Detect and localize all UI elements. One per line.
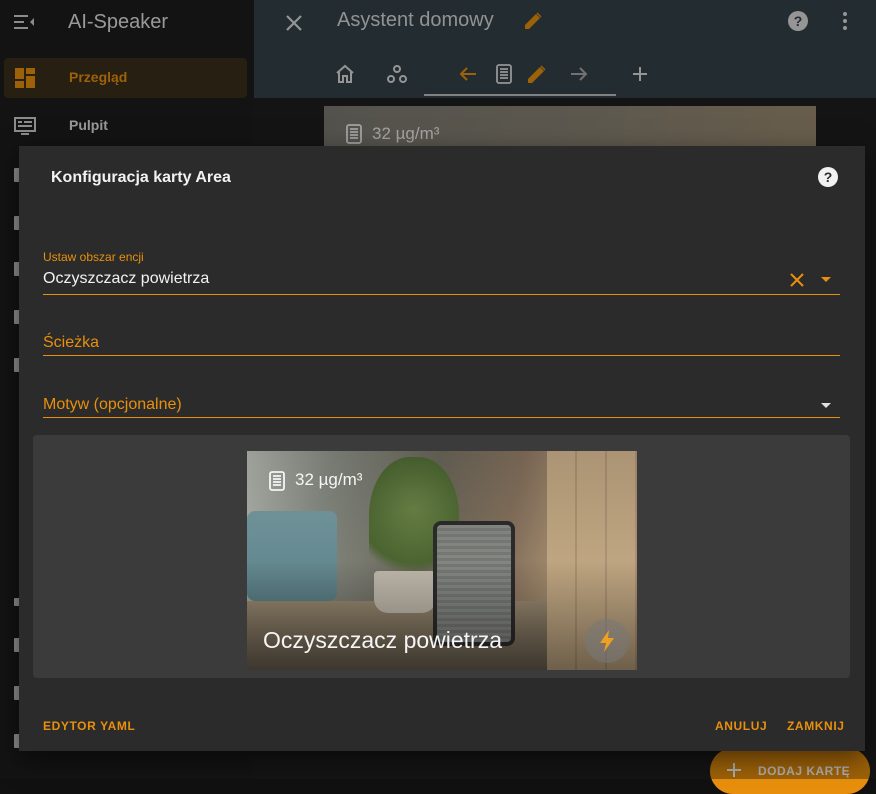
clear-icon[interactable]	[787, 270, 807, 290]
yaml-editor-button[interactable]: EDYTOR YAML	[43, 719, 135, 733]
card-sensor-value: 32 µg/m³	[295, 470, 363, 489]
area-field-label: Ustaw obszar encji	[43, 250, 144, 264]
theme-select-field[interactable]: Motyw (opcjonalne)	[43, 388, 840, 418]
close-button[interactable]: ZAMKNIJ	[787, 719, 845, 733]
path-field-label: Ścieżka	[43, 334, 100, 351]
help-icon[interactable]: ?	[817, 166, 839, 188]
area-card[interactable]: 32 µg/m³ Oczyszczacz powietrza	[247, 451, 637, 670]
card-config-dialog: Konfiguracja karty Area ? Ustaw obszar e…	[19, 146, 865, 751]
cancel-button[interactable]: ANULUJ	[715, 719, 767, 733]
dialog-title: Konfiguracja karty Area	[51, 169, 231, 186]
card-area-name: Oczyszczacz powietrza	[263, 627, 503, 653]
area-field-value: Oczyszczacz powietrza	[43, 270, 210, 287]
card-preview: 32 µg/m³ Oczyszczacz powietrza	[33, 435, 850, 678]
svg-text:?: ?	[824, 169, 833, 185]
path-field[interactable]: Ścieżka	[43, 326, 840, 356]
lightning-bolt-icon[interactable]	[585, 619, 629, 663]
air-purifier-icon	[265, 469, 289, 493]
area-select-field[interactable]: Ustaw obszar encji Oczyszczacz powietrza	[43, 246, 840, 295]
chevron-down-icon[interactable]	[819, 398, 833, 412]
chevron-down-icon[interactable]	[819, 272, 833, 286]
theme-field-label: Motyw (opcjonalne)	[43, 396, 182, 413]
